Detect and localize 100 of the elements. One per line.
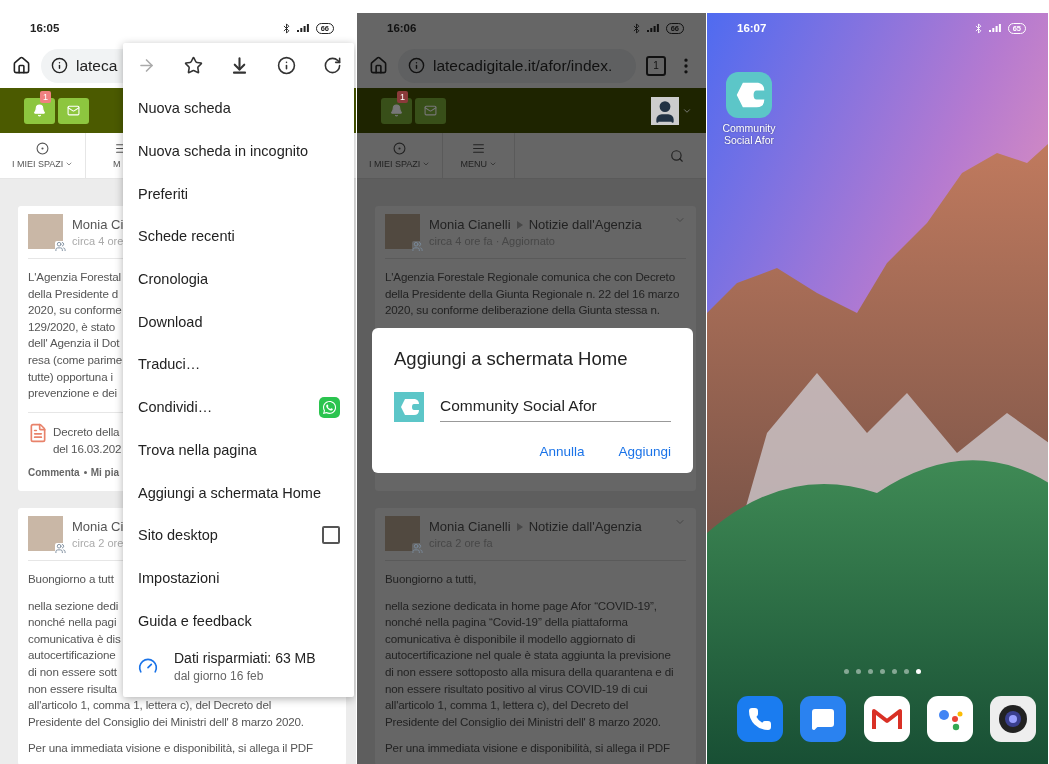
post-author[interactable]: Monia Ci [72, 217, 124, 232]
page-indicator-dot[interactable] [880, 669, 885, 674]
home-icon[interactable] [12, 56, 31, 75]
post-text-line: L'Agenzia Forestal [28, 269, 121, 285]
page-indicator-dot[interactable] [892, 669, 897, 674]
post-time: circa 4 ore [72, 235, 124, 247]
pdf-icon [28, 422, 48, 443]
saver-subtitle: dal giorno 16 feb [174, 668, 265, 683]
post-text-line: prevenzione e dei [28, 385, 117, 402]
page-indicator-dot[interactable] [904, 669, 909, 674]
caret-icon [489, 160, 498, 168]
post-text-line: dell' Agenzia il Dot [28, 335, 120, 352]
refresh-icon[interactable] [323, 55, 342, 75]
menu-item[interactable]: Impostazioni [123, 556, 354, 600]
post-text-line: Buongiorno a tutt [28, 571, 114, 587]
menu-item[interactable]: Trova nella pagina [123, 428, 354, 472]
menu-item[interactable]: Nuova scheda [123, 87, 354, 130]
search-icon[interactable] [670, 148, 684, 163]
signal-icon [646, 23, 661, 33]
menu-item[interactable]: Schede recenti [123, 215, 354, 258]
post-text-line: all'articolo 1, comma 1, lettera c), del Decreto del [28, 697, 272, 714]
info-icon[interactable] [276, 55, 296, 75]
dialog-button[interactable]: Aggiungi [618, 444, 671, 459]
menu-item[interactable]: Sito desktop [123, 513, 354, 557]
status-time: 16:05 [30, 22, 60, 34]
post-text-line: non essere risulta [28, 680, 117, 697]
saver-title: Dati risparmiati: 63 MB [174, 649, 316, 666]
group-icon [412, 241, 423, 252]
post-author[interactable]: Monia Ci [72, 519, 124, 534]
target-icon [393, 142, 407, 155]
checkbox[interactable] [322, 526, 340, 545]
menu-item[interactable]: Condividi… [123, 385, 354, 429]
attachment-name[interactable]: Decreto della del 16.03.202 [53, 422, 122, 457]
notification-count: 1 [397, 90, 408, 103]
post-text-line: comunicativa è dis [28, 630, 121, 647]
post-text-line: 129/2020, è stato [28, 318, 116, 335]
status-time: 16:06 [387, 22, 417, 34]
post-text-line: della Presidente d [28, 285, 119, 302]
post-text-line: resa (come parime [28, 351, 123, 368]
page-indicator-dot[interactable] [844, 669, 849, 674]
app-shortcut[interactable]: Community Social Afor [717, 72, 781, 146]
post-text-line: Per una immediata visione e disponibilità, si allega il PDF [28, 740, 313, 757]
name-input-field[interactable]: Community Social Afor [440, 392, 671, 422]
action-link[interactable]: Commenta [28, 466, 80, 478]
arrow-icon [516, 220, 523, 229]
mail-icon [67, 104, 80, 117]
nav-tab[interactable]: I MIEI SPAZI [0, 133, 87, 178]
signal-icon [296, 23, 311, 33]
group-icon [55, 543, 66, 554]
post-text-line: tutte) opportuna i [28, 368, 113, 385]
phone-icon[interactable] [737, 696, 783, 742]
user-avatar[interactable] [651, 96, 679, 125]
group-icon [55, 241, 66, 252]
bell-icon [390, 104, 403, 117]
arrow-icon [516, 522, 523, 531]
post-text-line: 2020, su conforme deliberazione della Giunta stessa n. [385, 302, 660, 319]
notification-count: 1 [40, 90, 51, 103]
post-text-line: di non essere sottoposto alla misura della quarantena e di [385, 663, 674, 680]
post-text-line: nella sezione dedi [28, 597, 119, 614]
messages-button[interactable] [415, 97, 446, 124]
post-text-line: nella sezione dedicata in home page Afor “COVID-19”, [385, 597, 657, 614]
menu-item[interactable]: Guida e feedback [123, 599, 354, 642]
separator-dot [83, 470, 87, 474]
post-text-line: Per una immediata visione e disponibilità, si allega il PDF [385, 740, 670, 757]
data-saver-item[interactable]: Dati risparmiati: 63 MB dal giorno 16 feb [123, 641, 354, 691]
page-indicator-dot[interactable] [856, 669, 861, 674]
menu-item[interactable]: Aggiungi a schermata Home [123, 471, 354, 514]
assistant-icon[interactable] [926, 696, 973, 742]
menu-item[interactable]: Traduci… [123, 343, 354, 386]
action-link[interactable]: Mi pia [90, 466, 120, 478]
menu-item[interactable]: Cronologia [123, 257, 354, 301]
page-indicator-dot[interactable] [868, 669, 873, 674]
bell-icon [33, 104, 46, 117]
star-icon[interactable] [183, 55, 203, 75]
group-icon [412, 543, 423, 554]
post-text-line: di non essere sott [28, 663, 117, 680]
dialog-button[interactable]: Annulla [539, 444, 585, 459]
mail-icon[interactable] [863, 696, 910, 742]
post-text-line: nonché nella pagina “Covid-19” della piattaforma [385, 614, 628, 631]
post-text-line: nonché nella pagi [28, 614, 117, 631]
post-text-line: autocertificazione [28, 647, 116, 664]
post-text-line: Buongiorno a tutti, [385, 571, 477, 587]
status-time: 16:07 [737, 22, 767, 34]
signal-icon [988, 23, 1003, 33]
dialog-title: Aggiungi a schermata Home [394, 348, 629, 370]
post-time: circa 2 ore [72, 537, 124, 549]
post-text-line: autocertificazione nel quale è stata aggiunta la previsione [385, 647, 671, 664]
page-indicator-dot[interactable] [916, 669, 921, 674]
post-text-line: 2020, su conforme [28, 302, 122, 319]
menu-item[interactable]: Download [123, 300, 354, 344]
post-text-line: Presidente del Consiglio dei Ministri dell' 8 marzo 2020. [28, 713, 304, 730]
download-icon[interactable] [230, 55, 249, 75]
info-icon [408, 57, 425, 74]
menu-icon [472, 142, 486, 155]
camera-icon[interactable] [990, 696, 1036, 742]
chat-icon[interactable] [800, 696, 847, 742]
app-logo-icon [394, 392, 424, 422]
app-logo-icon [726, 72, 772, 118]
messages-button[interactable] [58, 97, 89, 124]
caret-icon [422, 160, 431, 168]
